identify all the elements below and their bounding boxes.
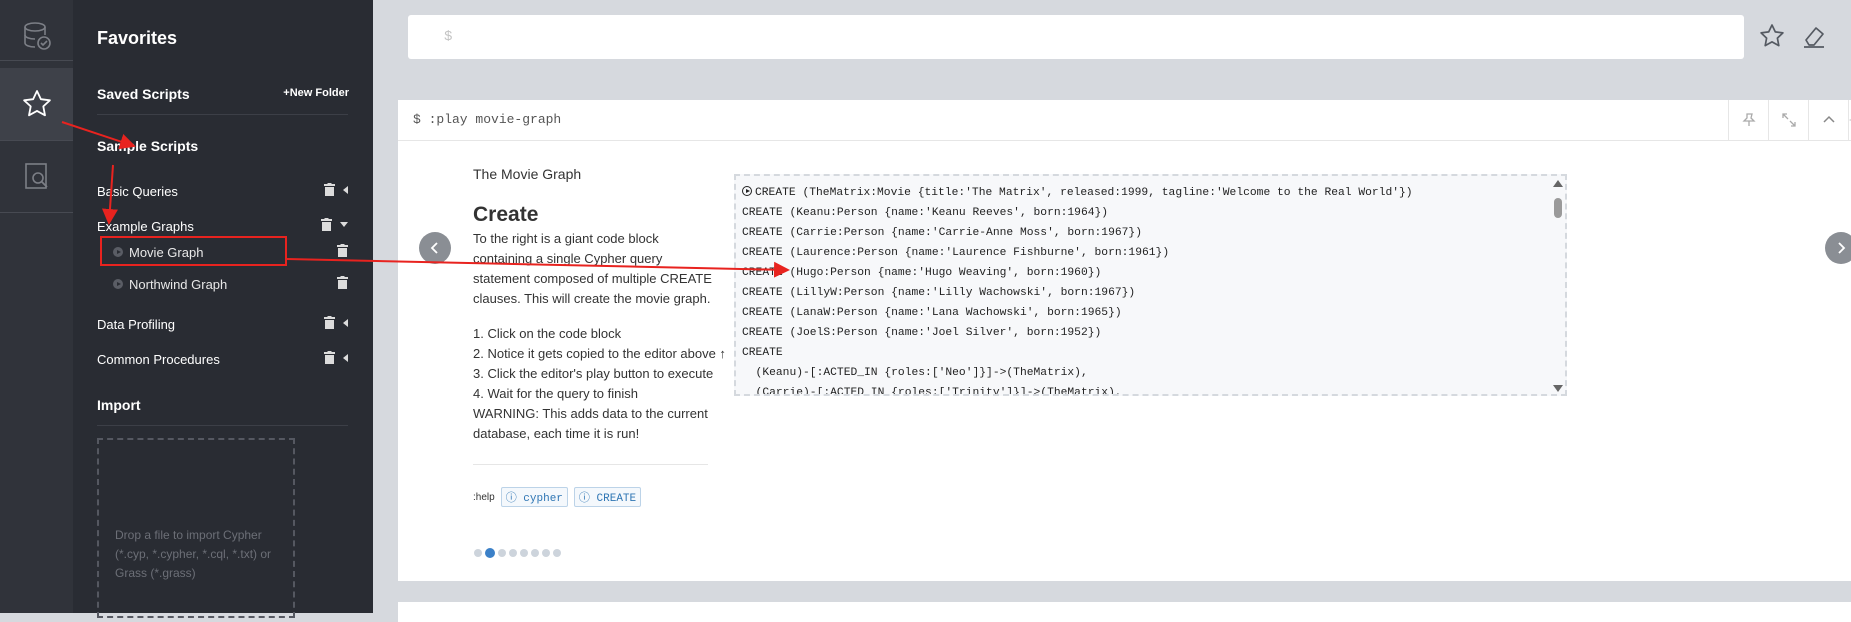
- code-line: CREATE (JoelS:Person {name:'Joel Silver'…: [742, 327, 1102, 339]
- collapse-button[interactable]: [1808, 100, 1849, 140]
- prev-slide-button[interactable]: [419, 232, 451, 264]
- step-line: database, each time it is run!: [473, 426, 640, 441]
- chevron-left-icon: [430, 242, 438, 254]
- code-line: CREATE (LanaW:Person {name:'Lana Wachows…: [742, 307, 1122, 319]
- trash-icon[interactable]: [337, 276, 348, 289]
- saved-scripts-heading: Saved Scripts: [97, 86, 190, 102]
- main-area: $ $ :play movie-graph The Movie Graph Cr…: [373, 0, 1851, 622]
- chevron-right-icon: [1838, 242, 1846, 254]
- import-heading: Import: [97, 397, 141, 413]
- code-line: CREATE (Hugo:Person {name:'Hugo Weaving'…: [742, 267, 1102, 279]
- code-line: CREATE (Keanu:Person {name:'Keanu Reeves…: [742, 207, 1109, 219]
- trash-icon[interactable]: [324, 316, 335, 329]
- trash-icon[interactable]: [324, 351, 335, 364]
- code-line: (Keanu)-[:ACTED_IN {roles:['Neo']}]->(Th…: [742, 367, 1088, 379]
- code-line: CREATE (TheMatrix:Movie {title:'The Matr…: [742, 183, 1413, 203]
- page-dot[interactable]: [531, 549, 539, 557]
- trash-icon[interactable]: [321, 218, 332, 231]
- slide-pagination: [474, 548, 561, 558]
- folder-common-procedures[interactable]: Common Procedures: [97, 348, 348, 370]
- code-line: CREATE (LillyW:Person {name:'Lilly Wacho…: [742, 287, 1136, 299]
- page-dot[interactable]: [542, 549, 550, 557]
- frame-command[interactable]: $ :play movie-graph: [413, 112, 561, 127]
- favorites-drawer: Favorites Saved Scripts +New Folder Samp…: [73, 0, 373, 618]
- code-line: CREATE (Carrie:Person {name:'Carrie-Anne…: [742, 227, 1142, 239]
- page-dot[interactable]: [498, 549, 506, 557]
- scroll-up-icon[interactable]: [1553, 180, 1563, 187]
- step-line: 3. Click the editor's play button to exe…: [473, 366, 714, 381]
- caret-down-icon[interactable]: [340, 222, 348, 227]
- scroll-down-icon[interactable]: [1553, 385, 1563, 392]
- cypher-editor[interactable]: $: [408, 15, 1744, 59]
- help-chip-cypher[interactable]: ⓘ cypher: [500, 487, 568, 507]
- next-frame: [398, 602, 1851, 622]
- code-block[interactable]: CREATE (TheMatrix:Movie {title:'The Matr…: [734, 174, 1567, 396]
- pin-button[interactable]: [1728, 100, 1769, 140]
- favorites-button[interactable]: [0, 68, 73, 140]
- result-frame: $ :play movie-graph The Movie Graph Crea…: [398, 100, 1851, 581]
- pin-icon: [1742, 113, 1756, 126]
- folder-data-profiling[interactable]: Data Profiling: [97, 313, 348, 335]
- drawer-title: Favorites: [97, 28, 178, 48]
- page-dot[interactable]: [520, 549, 528, 557]
- collapse-icon: [1823, 115, 1835, 123]
- documents-button[interactable]: [0, 140, 73, 212]
- run-code-icon[interactable]: [742, 186, 752, 196]
- code-content: CREATE (TheMatrix:Movie {title:'The Matr…: [742, 183, 1413, 396]
- editor-prompt: $: [444, 29, 453, 45]
- step-line: 2. Notice it gets copied to the editor a…: [473, 346, 726, 361]
- import-dropzone[interactable]: Drop a file to import Cypher (*.cyp, *.c…: [97, 438, 295, 618]
- new-folder-button[interactable]: +New Folder: [283, 87, 349, 99]
- step-line: 4. Wait for the query to finish: [473, 386, 638, 401]
- page-dot[interactable]: [485, 548, 495, 558]
- step-line: 1. Click on the code block: [473, 326, 622, 341]
- step-line: WARNING: This adds data to the current: [473, 406, 708, 421]
- frame-header: $ :play movie-graph: [398, 100, 1851, 141]
- caret-left-icon[interactable]: [343, 185, 348, 194]
- code-line: (Carrie)-[:ACTED_IN {roles:['Trinity']}]…: [742, 387, 1122, 396]
- folder-example-graphs[interactable]: Example Graphs: [97, 215, 348, 237]
- play-icon: [113, 279, 123, 289]
- expand-button[interactable]: [1768, 100, 1809, 140]
- folder-label: Basic Queries: [97, 183, 178, 199]
- dropzone-text: Drop a file to import Cypher (*.cyp, *.c…: [115, 528, 272, 580]
- folder-label: Example Graphs: [97, 218, 194, 234]
- page-dot[interactable]: [509, 549, 517, 557]
- caret-left-icon[interactable]: [343, 318, 348, 327]
- search-doc-icon: [24, 163, 48, 189]
- scroll-thumb[interactable]: [1554, 198, 1562, 218]
- slide-intro: To the right is a giant code block conta…: [473, 231, 712, 306]
- star-icon[interactable]: [1758, 22, 1786, 50]
- new-folder-label: New Folder: [289, 87, 349, 99]
- slide-steps: 1. Click on the code block 2. Notice it …: [473, 324, 726, 444]
- code-scrollbar[interactable]: [1553, 180, 1563, 392]
- script-northwind-graph[interactable]: Northwind Graph: [113, 273, 348, 295]
- expand-icon: [1782, 113, 1796, 127]
- help-chip-create[interactable]: ⓘ CREATE: [573, 487, 642, 507]
- database-icon: [23, 22, 51, 50]
- trash-icon[interactable]: [324, 183, 335, 196]
- sidebar-rail: [0, 0, 73, 613]
- code-line: CREATE: [742, 347, 783, 359]
- database-button[interactable]: [0, 0, 73, 72]
- eraser-icon[interactable]: [1800, 22, 1828, 50]
- sample-scripts-heading: Sample Scripts: [97, 138, 199, 154]
- script-label: Northwind Graph: [129, 276, 228, 292]
- folder-basic-queries[interactable]: Basic Queries: [97, 180, 348, 202]
- page-dot[interactable]: [553, 549, 561, 557]
- code-line: CREATE (Laurence:Person {name:'Laurence …: [742, 247, 1170, 259]
- slide-heading: Create: [473, 203, 539, 226]
- next-slide-button[interactable]: [1825, 232, 1851, 264]
- help-row: :help ⓘ cypher ⓘ CREATE: [473, 487, 642, 507]
- folder-label: Common Procedures: [97, 351, 220, 367]
- help-label: :help: [473, 491, 495, 503]
- star-icon: [22, 90, 51, 117]
- folder-label: Data Profiling: [97, 316, 176, 332]
- slide-title: The Movie Graph: [473, 166, 582, 182]
- caret-left-icon[interactable]: [343, 353, 348, 362]
- page-dot[interactable]: [474, 549, 482, 557]
- trash-icon[interactable]: [337, 244, 348, 257]
- annotation-highlight-box: [100, 236, 287, 266]
